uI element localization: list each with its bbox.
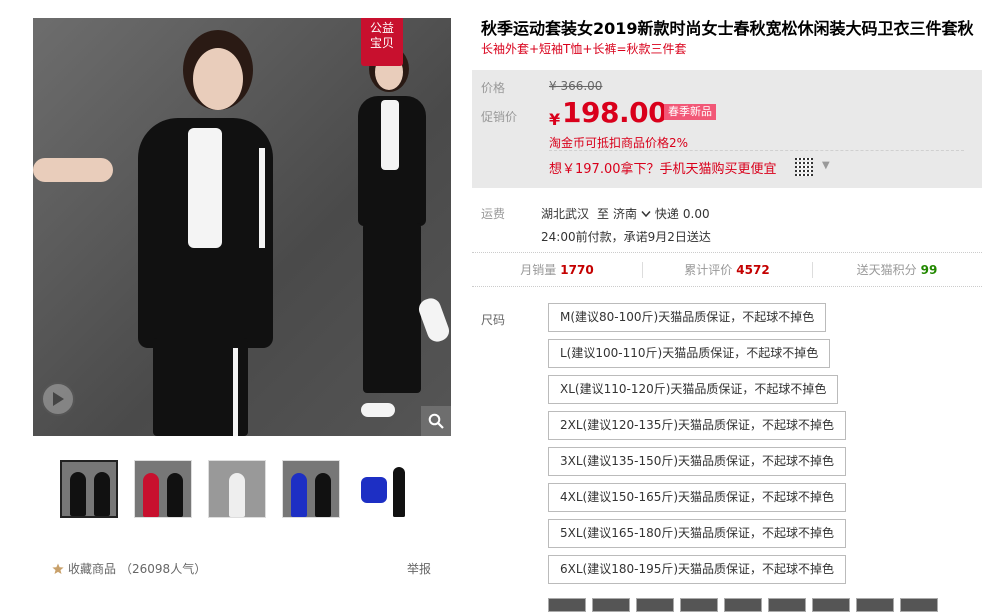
pants-stripe bbox=[233, 348, 238, 436]
price-panel: 价格 ¥ 366.00 促销价 ¥ 198.00 春季新品 淘金币可抵扣商品价格… bbox=[472, 70, 982, 188]
color-swatches bbox=[548, 598, 938, 612]
shipping-info: 湖北武汉 至 济南 快递 0.00 bbox=[541, 205, 710, 222]
main-product-image[interactable]: 公益 宝贝 bbox=[33, 18, 451, 436]
chevron-down-icon bbox=[641, 211, 651, 218]
size-option-xl[interactable]: XL(建议110-120斤)天猫品质保证，不起球不掉色 bbox=[548, 375, 839, 404]
color-swatch[interactable] bbox=[812, 598, 850, 612]
color-swatch[interactable] bbox=[724, 598, 762, 612]
charity-badge: 公益 宝贝 bbox=[361, 18, 403, 66]
thumbnail-1[interactable] bbox=[60, 460, 118, 518]
model-tshirt bbox=[188, 128, 222, 248]
color-swatch[interactable] bbox=[680, 598, 718, 612]
thumbnail-3[interactable] bbox=[208, 460, 266, 518]
size-option-4xl[interactable]: 4XL(建议150-165斤)天猫品质保证，不起球不掉色 bbox=[548, 483, 847, 512]
thumb-figure bbox=[70, 472, 86, 516]
size-option-2xl[interactable]: 2XL(建议120-135斤)天猫品质保证，不起球不掉色 bbox=[548, 411, 847, 440]
stat-value: 1770 bbox=[560, 262, 594, 277]
zoom-button[interactable] bbox=[421, 406, 451, 436]
favorite-button[interactable]: 收藏商品 （26098人气） bbox=[52, 560, 206, 577]
model-face bbox=[193, 48, 243, 110]
report-link[interactable]: 举报 bbox=[407, 560, 431, 577]
coin-discount-note: 淘金币可抵扣商品价格2% bbox=[549, 136, 689, 150]
stat-label: 送天猫积分 bbox=[856, 263, 917, 277]
color-swatch[interactable] bbox=[548, 598, 586, 612]
size-option-l[interactable]: L(建议100-110斤)天猫品质保证，不起球不掉色 bbox=[548, 339, 831, 368]
star-icon bbox=[52, 563, 64, 574]
total-reviews[interactable]: 累计评价 4572 bbox=[642, 253, 812, 286]
chevron-down-icon[interactable]: ▼ bbox=[822, 160, 830, 171]
thumbnail-strip bbox=[60, 460, 414, 518]
thumb-figure bbox=[167, 473, 183, 517]
qr-code-icon[interactable] bbox=[795, 158, 813, 176]
stat-label: 累计评价 bbox=[684, 263, 733, 277]
delivery-promise: 24:00前付款，承诺9月2日送达 bbox=[541, 230, 711, 244]
promo-price-label: 促销价 bbox=[481, 110, 518, 124]
size-option-6xl[interactable]: 6XL(建议180-195斤)天猫品质保证，不起球不掉色 bbox=[548, 555, 847, 584]
thumb-figure bbox=[291, 473, 307, 517]
size-option-3xl[interactable]: 3XL(建议135-150斤)天猫品质保证，不起球不掉色 bbox=[548, 447, 847, 476]
mobile-deal-text: 想￥197.00拿下？手机天猫购买更便宜 bbox=[549, 162, 777, 177]
price-divider bbox=[549, 150, 964, 151]
original-price: ¥ 366.00 bbox=[549, 79, 603, 93]
thumb-figure bbox=[143, 473, 159, 517]
tmall-points: 送天猫积分 99 bbox=[812, 253, 982, 286]
size-options: M(建议80-100斤)天猫品质保证，不起球不掉色 L(建议100-110斤)天… bbox=[548, 303, 847, 584]
play-icon bbox=[53, 392, 64, 406]
thumb-figure bbox=[315, 473, 331, 517]
ship-to: 至 bbox=[597, 207, 610, 221]
model-hand bbox=[33, 158, 113, 182]
sleeve-stripe bbox=[259, 148, 265, 248]
thumbnail-2[interactable] bbox=[134, 460, 192, 518]
sales-stats: 月销量 1770 累计评价 4572 送天猫积分 99 bbox=[472, 252, 982, 287]
search-icon bbox=[428, 413, 444, 429]
stat-label: 月销量 bbox=[520, 263, 557, 277]
thumb-figure bbox=[393, 467, 405, 517]
ship-destination: 济南 bbox=[613, 207, 638, 221]
model2-shoe bbox=[361, 403, 395, 417]
current-price: 198.00 bbox=[562, 96, 668, 129]
size-label: 尺码 bbox=[481, 313, 506, 327]
model2-pants bbox=[363, 223, 421, 393]
play-video-button[interactable] bbox=[41, 382, 75, 416]
thumb-figure bbox=[94, 472, 110, 516]
ship-origin: 湖北武汉 bbox=[541, 207, 590, 221]
color-swatch[interactable] bbox=[592, 598, 630, 612]
shipping-label: 运费 bbox=[481, 207, 506, 221]
favorite-label: 收藏商品 bbox=[68, 562, 117, 576]
model2-tshirt bbox=[381, 100, 399, 170]
thumb-figure bbox=[361, 477, 387, 503]
size-option-5xl[interactable]: 5XL(建议165-180斤)天猫品质保证，不起球不掉色 bbox=[548, 519, 847, 548]
price-label: 价格 bbox=[481, 81, 506, 95]
color-swatch[interactable] bbox=[900, 598, 938, 612]
ship-fee: 0.00 bbox=[682, 206, 710, 221]
thumb-figure bbox=[229, 473, 245, 517]
thumbnail-5[interactable] bbox=[356, 460, 414, 518]
destination-selector[interactable]: 济南 bbox=[613, 205, 651, 222]
favorite-count: （26098人气） bbox=[120, 562, 207, 576]
promo-tag: 春季新品 bbox=[664, 104, 716, 120]
badge-line-1: 公益 bbox=[369, 21, 394, 35]
color-swatch[interactable] bbox=[768, 598, 806, 612]
thumbnail-4[interactable] bbox=[282, 460, 340, 518]
stat-value: 99 bbox=[920, 262, 938, 277]
monthly-sales: 月销量 1770 bbox=[472, 253, 642, 286]
product-subtitle: 长袖外套+短袖T恤+长裤=秋款三件套 bbox=[481, 42, 687, 56]
size-option-m[interactable]: M(建议80-100斤)天猫品质保证，不起球不掉色 bbox=[548, 303, 827, 332]
product-title: 秋季运动套装女2019新款时尚女士春秋宽松休闲装大码卫衣三件套秋 bbox=[481, 19, 974, 38]
ship-method: 快递 bbox=[654, 207, 679, 221]
color-swatch[interactable] bbox=[636, 598, 674, 612]
currency-symbol: ¥ bbox=[549, 110, 561, 129]
color-swatch[interactable] bbox=[856, 598, 894, 612]
badge-line-2: 宝贝 bbox=[369, 36, 394, 50]
stat-value: 4572 bbox=[736, 262, 770, 277]
